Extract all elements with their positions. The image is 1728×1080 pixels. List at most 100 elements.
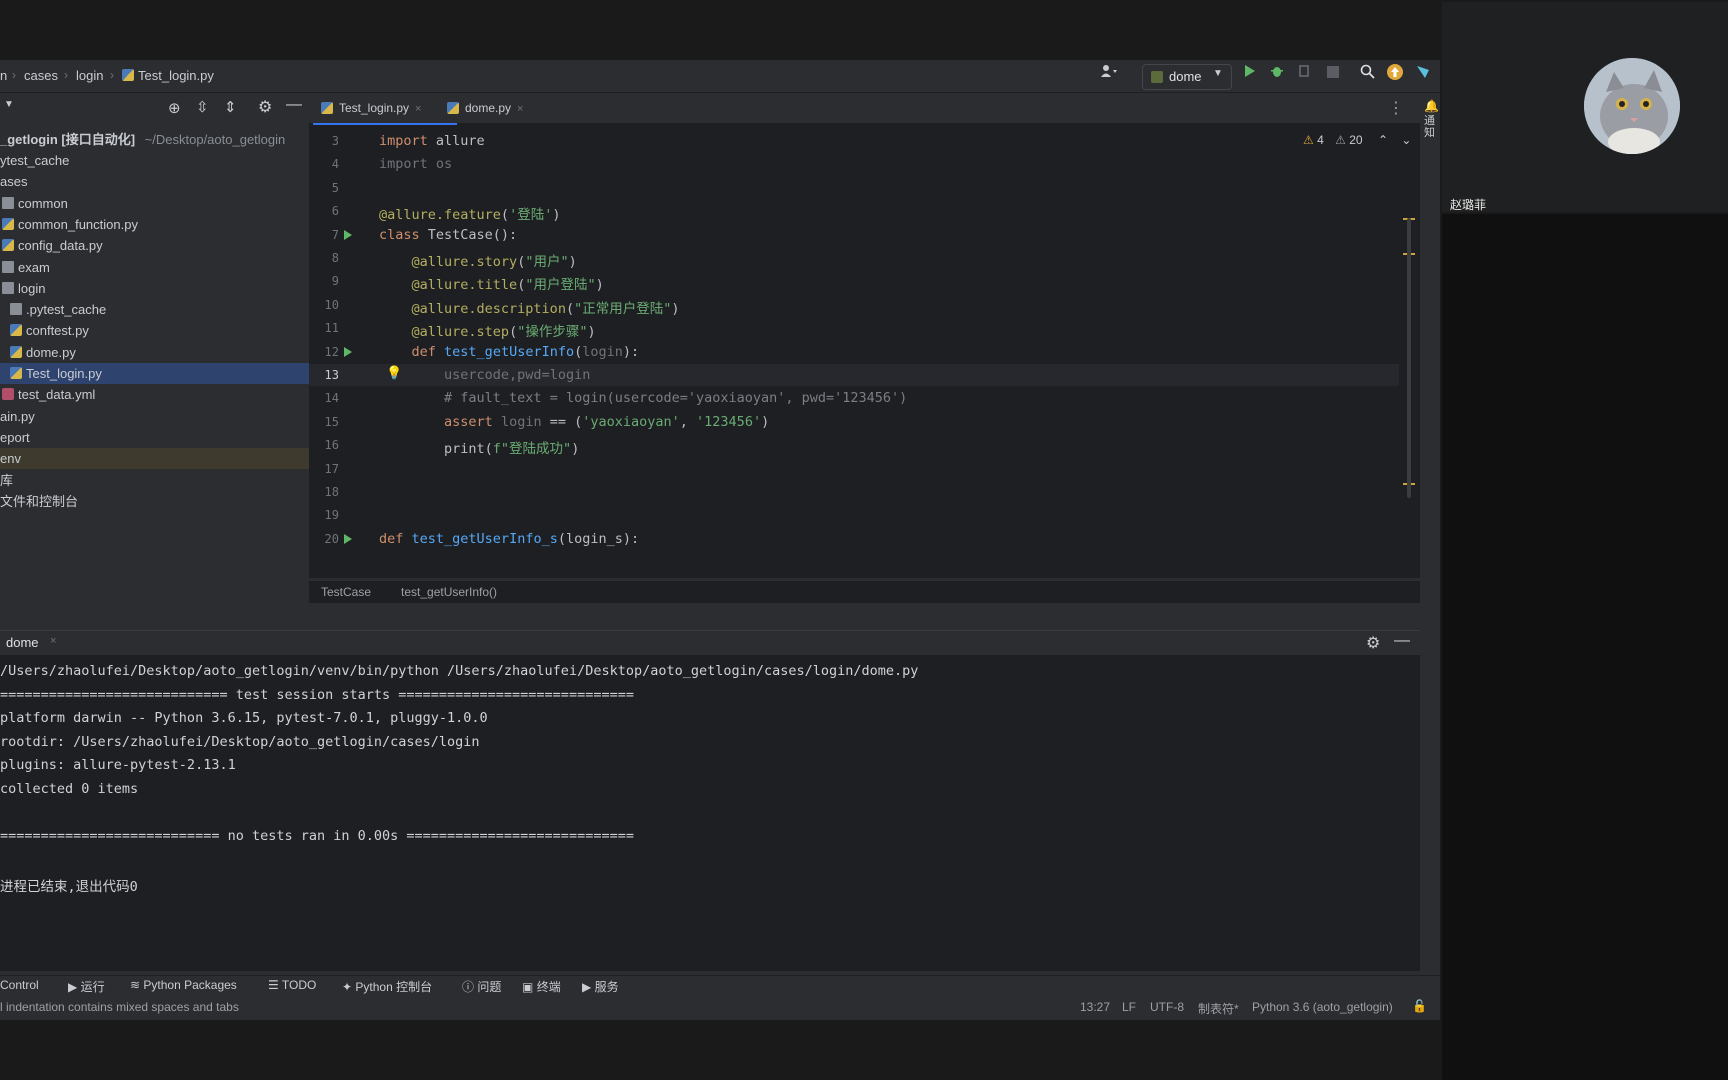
code-line[interactable]: print(f"登陆成功") — [379, 437, 579, 457]
line-number: 12 — [324, 344, 339, 359]
chevron-down-icon[interactable]: ⌄ — [1401, 133, 1411, 147]
tree-item[interactable]: env — [0, 448, 309, 470]
tree-item[interactable]: 文件和控制台 — [0, 491, 309, 512]
run-icon: ▶ — [68, 980, 78, 994]
code-line[interactable]: class TestCase(): — [379, 227, 517, 243]
run-gutter-icon[interactable] — [344, 346, 352, 357]
locate-icon[interactable]: ⊕ — [168, 99, 181, 117]
python-config-icon — [1151, 71, 1163, 83]
debug-icon[interactable] — [1268, 64, 1286, 82]
tree-item[interactable]: dome.py — [0, 342, 319, 363]
tool-run[interactable]: ▶ 运行 — [68, 978, 105, 995]
code-line[interactable]: def test_getUserInfo_s(login_s): — [379, 531, 639, 547]
tree-item[interactable]: common_function.py — [0, 214, 311, 235]
close-icon[interactable]: × — [415, 103, 421, 115]
editor-scrollbar[interactable] — [1407, 218, 1411, 498]
tab-dome[interactable]: dome.py × — [439, 93, 555, 123]
search-icon[interactable] — [1358, 64, 1376, 82]
tree-item-label: 库 — [0, 472, 14, 488]
lock-icon[interactable]: 🔓 — [1412, 999, 1427, 1013]
tool-problems[interactable]: ⓘ 问题 — [462, 978, 501, 995]
code-line[interactable]: @allure.story("用户") — [379, 250, 577, 270]
project-root[interactable]: _getlogin [接口自动化] ~/Desktop/aoto_getlogi… — [0, 129, 309, 150]
tree-item[interactable]: test_data.yml — [0, 384, 311, 405]
expand-all-icon[interactable]: ⇳ — [196, 98, 209, 116]
indent-setting[interactable]: 制表符* — [1198, 1000, 1239, 1017]
notifications-icon[interactable]: 🔔 — [1424, 99, 1439, 113]
console-line: collected 0 items — [0, 780, 139, 797]
code-line[interactable]: @allure.feature('登陆') — [379, 203, 560, 223]
line-separator[interactable]: LF — [1122, 1000, 1136, 1014]
tool-services[interactable]: ▶ 服务 — [582, 978, 619, 995]
folder-icon — [2, 196, 14, 209]
run-config-selector[interactable]: dome ▼ — [1142, 64, 1232, 90]
console-line: rootdir: /Users/zhaolufei/Desktop/aoto_g… — [0, 733, 480, 750]
tool-python-console[interactable]: ✦ Python 控制台 — [342, 978, 432, 995]
inspection-widget[interactable]: ⚠ 4 ⚠ 20 ⌃ ⌄ — [1303, 133, 1411, 147]
python-interpreter[interactable]: Python 3.6 (aoto_getlogin) — [1252, 1000, 1393, 1014]
run-icon[interactable] — [1240, 64, 1258, 82]
collapse-all-icon[interactable]: ⇕ — [224, 98, 237, 116]
jetbrains-ai-icon[interactable] — [1414, 64, 1432, 82]
breadcrumb-class[interactable]: TestCase — [321, 585, 371, 599]
tree-item[interactable]: .pytest_cache — [0, 299, 319, 320]
stop-icon[interactable] — [1324, 64, 1342, 82]
status-message[interactable]: l indentation contains mixed spaces and … — [0, 1000, 239, 1014]
tree-item-label: 文件和控制台 — [0, 493, 79, 509]
code-line[interactable]: usercode,pwd=login — [379, 367, 590, 383]
chevron-up-icon[interactable]: ⌃ — [1378, 133, 1388, 147]
tool-terminal[interactable]: ▣ 终端 — [522, 978, 561, 995]
tab-test-login[interactable]: Test_login.py × — [313, 93, 457, 125]
code-line[interactable]: import os — [379, 156, 452, 172]
breadcrumb-item[interactable]: Test_login.py — [122, 68, 214, 83]
code-line[interactable]: import allure — [379, 133, 485, 149]
more-icon[interactable]: ⋮ — [1388, 98, 1404, 118]
tree-item[interactable]: conftest.py — [0, 320, 319, 341]
tree-item[interactable]: exam — [0, 257, 311, 278]
user-icon[interactable] — [1096, 64, 1122, 82]
tree-item-label: test_data.yml — [18, 387, 96, 403]
tree-item[interactable]: common — [0, 193, 311, 214]
tree-item[interactable]: eport — [0, 427, 309, 448]
tool-version-control[interactable]: Control — [0, 978, 39, 992]
code-line[interactable]: def test_getUserInfo(login): — [379, 344, 640, 360]
notifications-label[interactable]: 通知 — [1424, 115, 1436, 139]
run-gutter-icon[interactable] — [344, 533, 352, 544]
code-line[interactable]: @allure.step("操作步骤") — [379, 320, 596, 340]
breadcrumb-item[interactable]: login — [76, 68, 103, 83]
tree-item[interactable]: 库 — [0, 470, 309, 491]
console-line: platform darwin -- Python 3.6.15, pytest… — [0, 710, 488, 726]
file-encoding[interactable]: UTF-8 — [1150, 1000, 1184, 1014]
run-tab-dome[interactable]: dome — [6, 635, 39, 650]
tree-item[interactable]: login — [0, 278, 311, 299]
code-line[interactable]: # fault_text = login(usercode='yaoxiaoya… — [379, 390, 907, 406]
code-editor[interactable]: Test_login.py × dome.py × ⋮ ⚠ 4 ⚠ 20 ⌃ ⌄ 3… — [309, 93, 1420, 603]
gear-icon[interactable]: ⚙ — [258, 97, 272, 117]
tree-item[interactable]: Test_login.py — [0, 363, 319, 384]
close-icon[interactable]: × — [517, 103, 523, 115]
line-number: 19 — [324, 508, 339, 523]
code-line[interactable]: @allure.title("用户登陆") — [379, 273, 604, 293]
breadcrumb-item[interactable]: n — [0, 68, 7, 83]
tree-item[interactable]: config_data.py — [0, 235, 311, 256]
update-icon[interactable] — [1386, 64, 1404, 82]
minimize-icon[interactable]: — — [286, 96, 302, 114]
gear-icon[interactable]: ⚙ — [1366, 633, 1380, 653]
breadcrumb-item[interactable]: cases — [24, 68, 58, 83]
code-line[interactable]: assert login == ('yaoxiaoyan', '123456') — [379, 414, 769, 430]
tree-item[interactable]: ytest_cache — [0, 150, 309, 171]
tool-python-packages[interactable]: ≋ Python Packages — [130, 978, 237, 992]
tree-item[interactable]: ain.py — [0, 406, 309, 427]
tool-todo[interactable]: ☰ TODO — [268, 978, 316, 992]
close-icon[interactable]: × — [50, 635, 56, 647]
tree-item[interactable]: ases — [0, 171, 309, 192]
run-gutter-icon[interactable] — [344, 229, 352, 240]
coverage-icon[interactable] — [1296, 64, 1314, 82]
video-panel-background — [1442, 214, 1728, 1080]
chevron-down-icon[interactable]: ▼ — [4, 99, 14, 110]
code-breadcrumb: TestCase test_getUserInfo() — [309, 581, 1420, 603]
breadcrumb-function[interactable]: test_getUserInfo() — [401, 585, 497, 599]
caret-position[interactable]: 13:27 — [1080, 1000, 1110, 1014]
minimize-icon[interactable]: — — [1394, 632, 1410, 650]
code-line[interactable]: @allure.description("正常用户登陆") — [379, 297, 680, 317]
